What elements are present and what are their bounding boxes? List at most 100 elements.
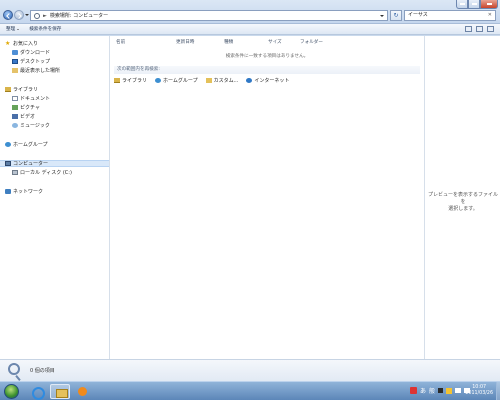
homegroup-icon [155, 77, 162, 83]
custom-folder-icon [205, 77, 212, 83]
column-header-folder[interactable]: フォルダー [300, 39, 323, 45]
search-again-header: 次の範囲内を再検索: [114, 66, 420, 74]
nav-homegroup[interactable]: ホームグループ [5, 141, 48, 148]
recent-places-icon [12, 68, 18, 73]
title-bar: ► 検索場所: コンピューター ↻ イーサス ✕ [0, 0, 500, 24]
ime-mode-indicator[interactable]: あ [420, 386, 426, 395]
recent-pages-dropdown[interactable] [25, 14, 29, 16]
taskbar-clock[interactable]: 10:07 2011/03/26 [465, 385, 493, 397]
action-center-flag-icon[interactable] [446, 387, 452, 394]
preview-message-line1: プレビューを表示するファイルを [427, 192, 498, 205]
nav-libraries-label: ライブラリ [13, 87, 39, 93]
search-input-value: イーサス [408, 12, 428, 18]
nav-recent-label: 最近表示した場所 [20, 68, 61, 74]
column-header-date[interactable]: 更新日時 [176, 39, 194, 45]
file-list-pane: 名前 更新日時 種類 サイズ フォルダー 検索条件に一致する項目はありません。 … [110, 36, 424, 359]
search-location-icon [34, 12, 40, 19]
address-dropdown-icon[interactable] [380, 15, 384, 17]
nav-recent-places[interactable]: 最近表示した場所 [12, 67, 60, 74]
search-input[interactable]: イーサス ✕ [404, 10, 496, 21]
address-path[interactable]: 検索場所: コンピューター [50, 12, 108, 19]
organize-label: 整理 [6, 27, 16, 32]
star-icon: ★ [5, 40, 11, 47]
show-desktop-button[interactable] [496, 382, 500, 400]
organize-menu[interactable]: 整理 [6, 26, 20, 32]
search-again-internet[interactable]: インターネット [246, 77, 289, 84]
navigation-pane: ★ お気に入り ダウンロード デスクトップ 最近表示した場所 ライブラリ ドキュ… [0, 36, 110, 359]
view-controls [465, 26, 494, 32]
desktop-icon [12, 59, 18, 64]
homegroup-icon [5, 142, 11, 147]
command-toolbar: 整理 検索条件を保存 [0, 24, 500, 35]
ime-conversion-indicator[interactable]: 般 [429, 386, 435, 395]
search-results-icon [8, 363, 20, 375]
nav-downloads-label: ダウンロード [20, 50, 51, 56]
computer-icon [5, 161, 11, 166]
nav-desktop[interactable]: デスクトップ [12, 58, 50, 65]
preview-message-line2: 選択します。 [448, 206, 478, 212]
preview-pane-toggle-icon[interactable] [476, 26, 483, 32]
nav-local-disk[interactable]: ローカル ディスク (C:) [12, 169, 72, 176]
hard-disk-icon [12, 170, 18, 175]
no-results-message: 検索条件に一致する項目はありません。 [225, 54, 309, 59]
nav-desktop-label: デスクトップ [20, 59, 51, 65]
ime-icon[interactable] [409, 387, 417, 394]
pictures-icon [12, 105, 18, 110]
breadcrumb-arrow-icon[interactable]: ► [43, 13, 47, 19]
nav-libraries[interactable]: ライブラリ [5, 86, 38, 93]
preview-pane: プレビューを表示するファイルを 選択します。 [424, 36, 500, 359]
search-again-libraries-label: ライブラリ [122, 77, 148, 84]
taskbar: あ 般 10:07 2011/03/26 [0, 381, 500, 400]
nav-computer-label: コンピューター [13, 161, 49, 167]
help-icon[interactable] [487, 26, 494, 32]
search-again-internet-label: インターネット [254, 77, 290, 84]
ime-options-icon[interactable] [438, 388, 443, 393]
save-search-label: 検索条件を保存 [29, 27, 62, 32]
search-again-homegroup[interactable]: ホームグループ [155, 77, 198, 84]
library-icon [5, 87, 11, 92]
taskbar-media-player-icon[interactable] [73, 384, 93, 399]
nav-homegroup-label: ホームグループ [13, 142, 48, 148]
back-button[interactable] [3, 10, 13, 20]
refresh-button[interactable]: ↻ [390, 10, 402, 21]
search-again-libraries[interactable]: ライブラリ [114, 77, 147, 84]
network-icon [5, 189, 11, 194]
nav-videos[interactable]: ビデオ [12, 113, 35, 120]
taskbar-explorer-icon[interactable] [50, 384, 70, 399]
change-view-icon[interactable] [465, 26, 472, 32]
maximize-button[interactable] [468, 0, 480, 9]
close-button[interactable] [480, 0, 498, 9]
minimize-button[interactable] [456, 0, 468, 9]
nav-downloads[interactable]: ダウンロード [12, 49, 50, 56]
preview-message: プレビューを表示するファイルを 選択します。 [427, 192, 499, 213]
nav-network[interactable]: ネットワーク [5, 188, 43, 195]
nav-computer[interactable]: コンピューター [0, 160, 109, 167]
nav-pictures-label: ピクチャ [20, 105, 40, 111]
details-pane: 0 個の項目 [0, 359, 500, 381]
system-tray: あ 般 [409, 386, 470, 395]
column-header-type[interactable]: 種類 [224, 39, 233, 45]
forward-button[interactable] [14, 10, 24, 20]
address-bar[interactable]: ► 検索場所: コンピューター [30, 10, 388, 21]
save-search-button[interactable]: 検索条件を保存 [29, 26, 61, 32]
internet-icon [246, 77, 253, 83]
videos-icon [12, 114, 18, 119]
nav-favorites[interactable]: ★ お気に入り [5, 40, 38, 48]
nav-documents[interactable]: ドキュメント [12, 95, 50, 102]
start-button[interactable] [4, 384, 19, 399]
nav-videos-label: ビデオ [20, 114, 36, 120]
library-icon [114, 77, 120, 83]
clear-search-icon[interactable]: ✕ [488, 11, 492, 20]
clock-date: 2011/03/26 [465, 391, 493, 396]
column-header-name[interactable]: 名前 [116, 39, 125, 45]
column-header-size[interactable]: サイズ [268, 39, 282, 45]
search-again-custom-label: カスタム... [213, 77, 239, 84]
network-status-icon[interactable] [455, 388, 461, 393]
nav-music[interactable]: ミュージック [12, 122, 50, 129]
taskbar-internet-explorer-icon[interactable] [27, 384, 47, 400]
search-again-custom[interactable]: カスタム... [205, 77, 239, 84]
nav-network-label: ネットワーク [13, 189, 44, 195]
chevron-down-icon [17, 28, 20, 30]
music-icon [12, 123, 18, 128]
nav-pictures[interactable]: ピクチャ [12, 104, 40, 111]
